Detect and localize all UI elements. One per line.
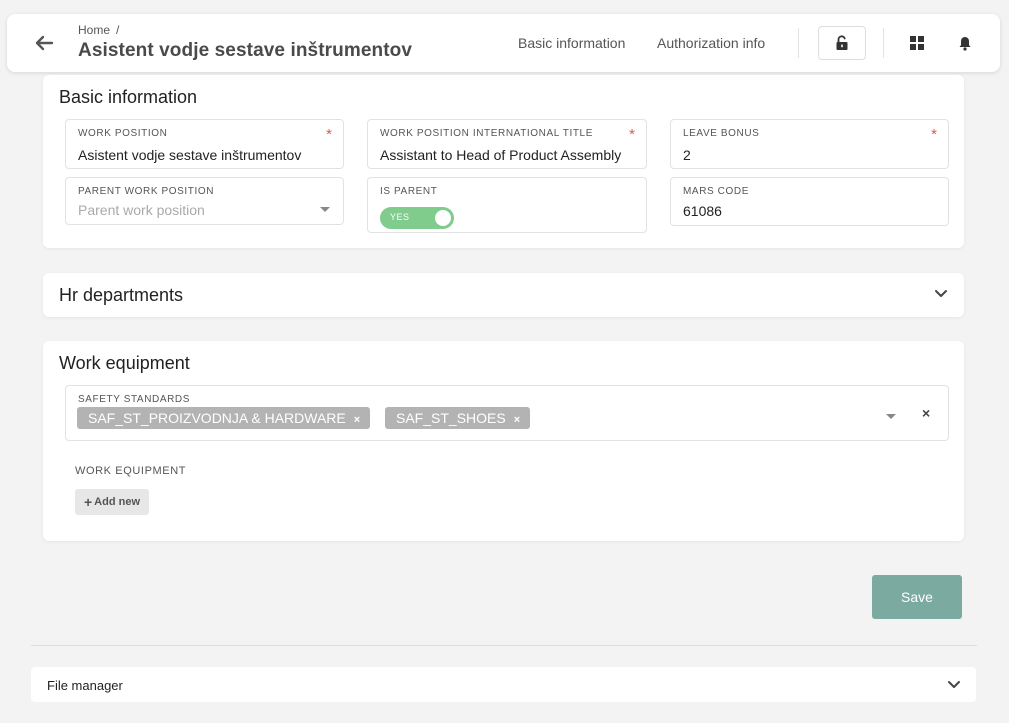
is-parent-field: IS PARENT YES	[367, 177, 647, 233]
nav-basic-information[interactable]: Basic information	[518, 35, 625, 51]
safety-standard-chip: SAF_ST_PROIZVODNJA & HARDWARE ×	[77, 407, 371, 429]
field-label: MARS CODE	[683, 186, 749, 197]
nav-authorization-info[interactable]: Authorization info	[657, 35, 765, 51]
apps-button[interactable]	[900, 26, 934, 60]
toggle-label: YES	[390, 212, 410, 222]
chevron-down-icon	[935, 290, 947, 297]
back-button[interactable]	[32, 31, 56, 55]
breadcrumb: Home /	[78, 23, 119, 37]
file-manager-label: File manager	[47, 678, 123, 693]
safety-standards-select[interactable]: SAFETY STANDARDS SAF_ST_PROIZVODNJA & HA…	[65, 385, 949, 441]
bell-icon	[959, 36, 971, 51]
work-equipment-title: Work equipment	[59, 353, 190, 373]
parent-work-position-select[interactable]: PARENT WORK POSITION Parent work positio…	[65, 177, 344, 225]
toggle-knob	[435, 210, 451, 226]
chevron-down-icon	[320, 207, 330, 212]
field-label: WORK POSITION INTERNATIONAL TITLE	[380, 128, 593, 139]
leave-bonus-input[interactable]: 2	[683, 147, 691, 163]
chevron-down-icon[interactable]	[886, 414, 896, 419]
field-label: WORK POSITION	[78, 128, 168, 139]
field-label: SAFETY STANDARDS	[78, 394, 191, 405]
work-position-field[interactable]: WORK POSITION * Asistent vodje sestave i…	[65, 119, 344, 169]
chevron-down-icon	[948, 681, 960, 688]
clear-icon[interactable]: ×	[922, 405, 930, 421]
page-title: Asistent vodje sestave inštrumentov	[78, 40, 412, 61]
required-indicator: *	[629, 126, 635, 143]
parent-work-position-placeholder: Parent work position	[78, 202, 205, 218]
mars-code-field[interactable]: MARS CODE 61086	[670, 177, 949, 226]
top-bar: Home / Asistent vodje sestave inštrumento…	[7, 14, 1000, 72]
plus-icon: +	[83, 494, 93, 510]
international-title-input[interactable]: Assistant to Head of Product Assembly	[380, 147, 621, 163]
divider	[883, 28, 884, 58]
breadcrumb-home[interactable]: Home	[78, 23, 110, 37]
work-equipment-card: Work equipment SAFETY STANDARDS SAF_ST_P…	[43, 341, 964, 541]
work-position-input[interactable]: Asistent vodje sestave inštrumentov	[78, 147, 301, 163]
file-manager-bar[interactable]: File manager	[31, 667, 976, 702]
is-parent-toggle[interactable]: YES	[380, 207, 454, 229]
basic-information-card: Basic information WORK POSITION * Asiste…	[43, 75, 964, 248]
chip-remove-icon[interactable]: ×	[514, 414, 520, 426]
hr-departments-card[interactable]: Hr departments	[43, 273, 964, 317]
notifications-button[interactable]	[948, 26, 982, 60]
basic-information-title: Basic information	[59, 87, 198, 107]
leave-bonus-field[interactable]: LEAVE BONUS * 2	[670, 119, 949, 169]
breadcrumb-separator: /	[116, 23, 120, 37]
international-title-field[interactable]: WORK POSITION INTERNATIONAL TITLE * Assi…	[367, 119, 647, 169]
divider	[798, 28, 799, 58]
chip-label: SAF_ST_PROIZVODNJA & HARDWARE	[88, 410, 346, 426]
field-label: PARENT WORK POSITION	[78, 186, 215, 197]
add-new-button[interactable]: + Add new	[75, 489, 149, 515]
mars-code-input[interactable]: 61086	[683, 203, 722, 219]
arrow-left-icon	[35, 35, 54, 51]
save-button[interactable]: Save	[872, 575, 962, 619]
hr-departments-title: Hr departments	[59, 285, 184, 305]
field-label: LEAVE BONUS	[683, 128, 760, 139]
work-equipment-label: WORK EQUIPMENT	[75, 465, 187, 477]
safety-standard-chip: SAF_ST_SHOES ×	[385, 407, 531, 429]
chip-remove-icon[interactable]: ×	[354, 414, 360, 426]
add-new-label: Add new	[94, 496, 141, 508]
field-label: IS PARENT	[380, 186, 438, 197]
required-indicator: *	[931, 126, 937, 143]
required-indicator: *	[326, 126, 332, 143]
divider	[31, 645, 977, 646]
lock-button[interactable]	[818, 26, 866, 60]
unlock-icon	[836, 35, 848, 50]
chip-label: SAF_ST_SHOES	[396, 410, 506, 426]
grid-icon	[910, 36, 924, 50]
